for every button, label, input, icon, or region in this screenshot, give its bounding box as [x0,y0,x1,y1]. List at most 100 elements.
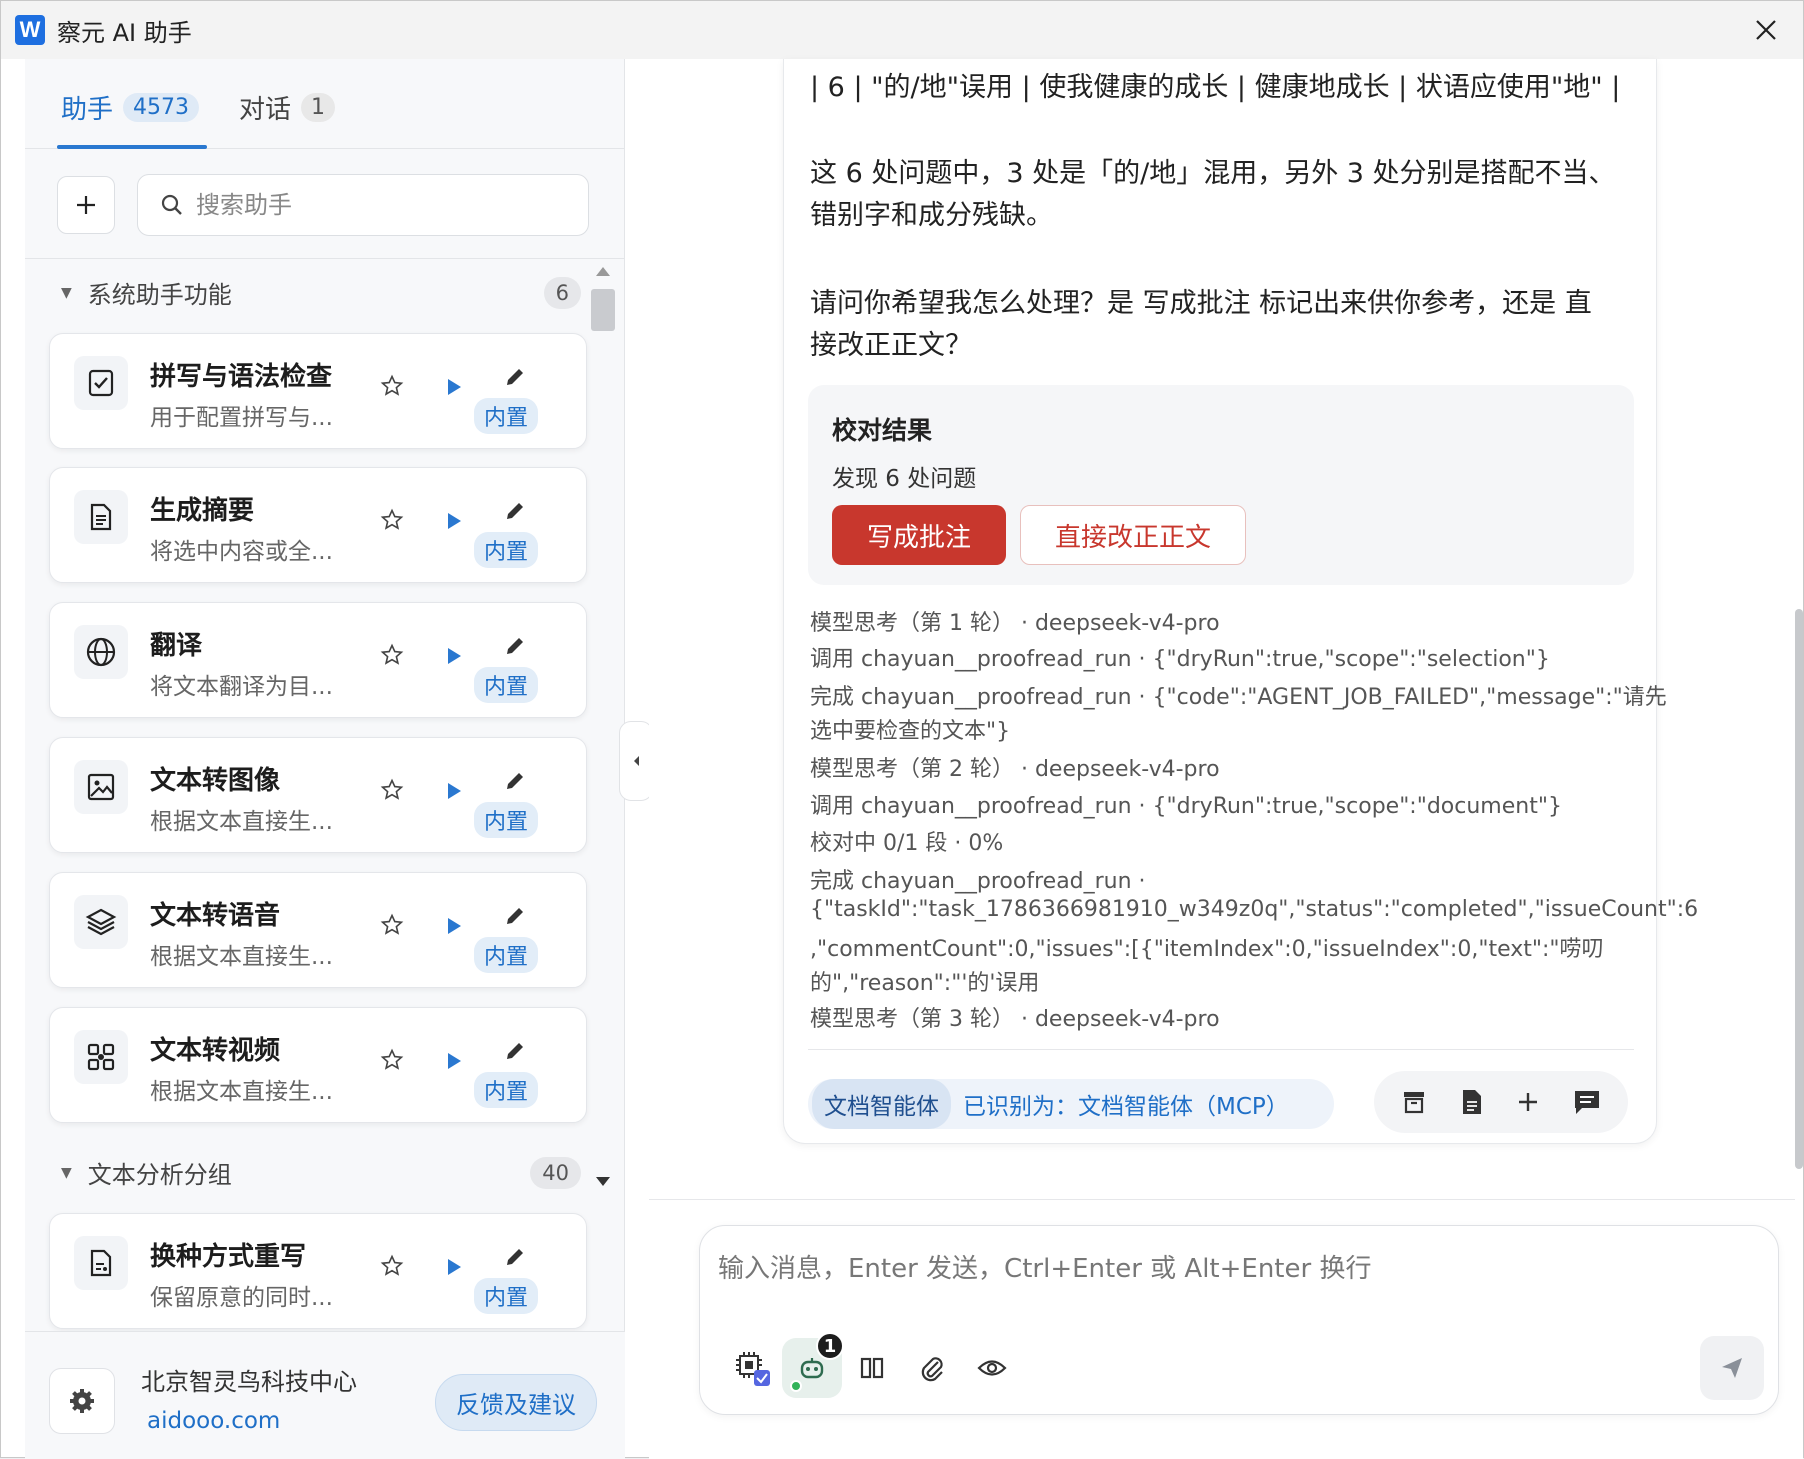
builtin-badge: 内置 [474,1278,539,1314]
comment-button[interactable] [1572,1088,1602,1116]
assistant-description: 将选中内容或全... [150,539,333,565]
sidebar-tabs: 助手 4573 对话 1 [25,59,625,149]
group-header-system[interactable]: ▼ 系统助手功能 6 [61,275,581,310]
document-button[interactable] [1460,1088,1484,1116]
result-summary: 发现 6 处问题 [832,466,977,492]
run-play-icon[interactable] [446,378,462,400]
collapse-sidebar-button[interactable] [619,721,653,801]
builtin-badge: 内置 [474,1072,539,1108]
check-doc-icon [74,356,128,410]
fix-text-button[interactable]: 直接改正正文 [1020,505,1246,565]
scroll-thumb[interactable] [1795,609,1803,1169]
edit-pencil-icon[interactable] [504,366,526,392]
group-header-text-analysis[interactable]: ▼ 文本分析分组 40 [61,1155,581,1190]
assistant-description: 保留原意的同时... [150,1285,333,1311]
document-icon [74,490,128,544]
assistant-list: ▼ 系统助手功能 6 拼写与语法检查 用于配置拼写与... 内置 生成摘要 将选… [25,259,615,1389]
edit-pencil-icon[interactable] [504,770,526,796]
archive-button[interactable] [1400,1088,1428,1116]
edit-pencil-icon[interactable] [504,635,526,661]
message-table-row: | 6 | "的/地"误用 | 使我健康的成长 | 健康地成长 | 状语应使用"… [810,72,1621,103]
chat-scrollbar[interactable] [1795,59,1803,1199]
tab-conversations[interactable]: 对话 1 [239,89,336,126]
message-input[interactable] [718,1248,1758,1308]
group-label: 系统助手功能 [87,281,232,309]
new-chat-button[interactable] [1516,1090,1540,1114]
assistant-card[interactable]: 文本转视频 根据文本直接生... 内置 [49,1007,587,1123]
assistant-name: 换种方式重写 [150,1242,307,1272]
assistant-name: 文本转视频 [150,1036,281,1066]
log-line: 选中要检查的文本"} [810,719,1011,744]
favorite-star-icon[interactable] [380,643,404,671]
title-bar: W 察元 AI 助手 [1,1,1803,59]
assistant-card[interactable]: 生成摘要 将选中内容或全... 内置 [49,467,587,583]
builtin-badge: 内置 [474,802,539,838]
assistant-card[interactable]: 文本转语音 根据文本直接生... 内置 [49,872,587,988]
assistant-name: 文本转语音 [150,901,281,931]
run-play-icon[interactable] [446,1258,462,1280]
sidebar-scrollbar[interactable] [591,267,615,1187]
assistant-sidebar: 助手 4573 对话 1 ▼ 系统助手功能 6 [25,59,625,1459]
log-line: 模型思考（第 1 轮） · deepseek-v4-pro [810,611,1220,636]
run-play-icon[interactable] [446,1052,462,1074]
model-select-button[interactable] [722,1338,782,1398]
edit-pencil-icon[interactable] [504,905,526,931]
favorite-star-icon[interactable] [380,508,404,536]
message-composer: 1 [699,1225,1779,1415]
group-label: 文本分析分组 [87,1161,232,1189]
favorite-star-icon[interactable] [380,1048,404,1076]
write-comments-button[interactable]: 写成批注 [832,505,1006,565]
log-line: 校对中 0/1 段 · 0% [810,831,1004,856]
favorite-star-icon[interactable] [380,1254,404,1282]
edit-pencil-icon[interactable] [504,1040,526,1066]
document-icon [1463,1090,1481,1114]
scroll-thumb[interactable] [591,289,615,331]
feedback-button[interactable]: 反馈及建议 [435,1374,597,1431]
add-assistant-button[interactable] [57,176,115,234]
compare-button[interactable] [842,1338,902,1398]
tab-label: 助手 [61,95,114,125]
run-play-icon[interactable] [446,512,462,534]
run-play-icon[interactable] [446,647,462,669]
organization-name: 北京智灵鸟科技中心 [141,1368,357,1396]
run-play-icon[interactable] [446,782,462,804]
assistant-description: 根据文本直接生... [150,809,333,835]
close-button[interactable] [1747,11,1785,49]
assistant-card[interactable]: 翻译 将文本翻译为目... 内置 [49,602,587,718]
run-play-icon[interactable] [446,917,462,939]
website-link[interactable]: aidooo.com [147,1408,280,1434]
attach-button[interactable] [902,1338,962,1398]
tab-assistants[interactable]: 助手 4573 [61,89,200,126]
send-button[interactable] [1700,1336,1764,1400]
edit-pencil-icon[interactable] [504,500,526,526]
message-paragraph: 错别字和成分残缺。 [810,200,1053,231]
divider [649,1199,1795,1200]
app-window: W 察元 AI 助手 助手 4573 对话 1 搜索助手 ▼ 系统助手功能 6 … [0,0,1804,1459]
agent-select-button[interactable]: 1 [782,1332,844,1398]
agent-recognition-chip[interactable]: 文档智能体 已识别为：文档智能体（MCP） [808,1079,1334,1129]
group-count-badge: 6 [543,276,581,309]
favorite-star-icon[interactable] [380,913,404,941]
log-line: {"taskId":"task_1786366981910_w349z0q","… [810,897,1699,922]
agent-count-badge: 1 [816,1332,844,1360]
assistant-card[interactable]: 换种方式重写 保留原意的同时... 内置 [49,1213,587,1329]
send-icon [1722,1358,1742,1378]
grid-icon [74,1030,128,1084]
log-line: 完成 chayuan__proofread_run · {"code":"AGE… [810,685,1667,710]
divider [808,1049,1634,1050]
preview-button[interactable] [962,1338,1022,1398]
assistant-card[interactable]: 拼写与语法检查 用于配置拼写与... 内置 [49,333,587,449]
archive-icon [1404,1092,1424,1114]
scroll-up-arrow-icon[interactable] [596,267,610,276]
favorite-star-icon[interactable] [380,374,404,402]
log-line: 模型思考（第 2 轮） · deepseek-v4-pro [810,757,1220,782]
search-input[interactable] [196,191,556,219]
edit-pencil-icon[interactable] [504,1246,526,1272]
scroll-down-arrow-icon[interactable] [596,1177,610,1186]
plus-icon [77,196,95,214]
assistant-message: | 6 | "的/地"误用 | 使我健康的成长 | 健康地成长 | 状语应使用"… [783,59,1698,1144]
search-box [137,174,589,236]
settings-button[interactable] [49,1368,115,1434]
favorite-star-icon[interactable] [380,778,404,806]
assistant-card[interactable]: 文本转图像 根据文本直接生... 内置 [49,737,587,853]
